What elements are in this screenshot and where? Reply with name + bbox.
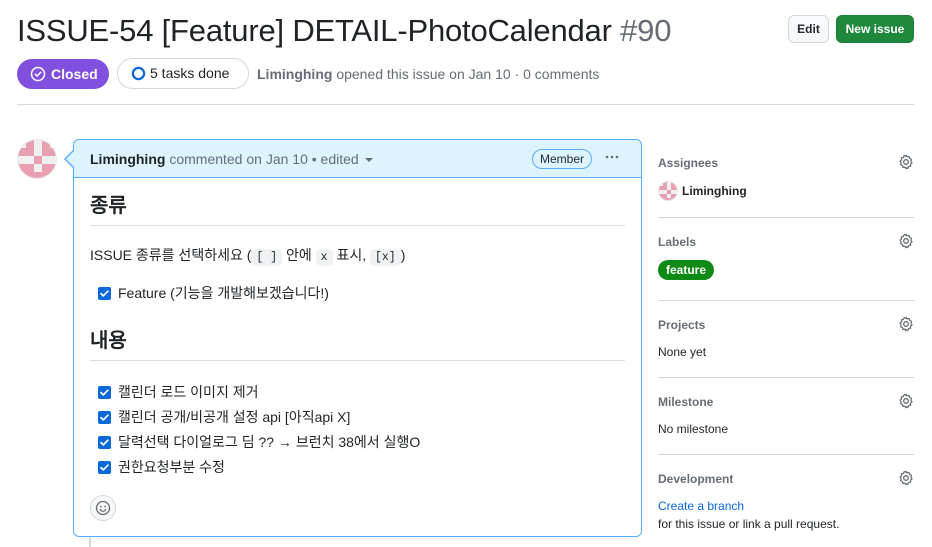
code-x: x	[315, 249, 333, 266]
new-issue-button[interactable]: New issue	[836, 15, 914, 43]
sidebar-divider	[658, 300, 914, 301]
member-badge: Member	[531, 149, 592, 169]
task-checkbox[interactable]	[98, 287, 111, 300]
issue-title-text: ISSUE-54 [Feature] DETAIL-PhotoCalendar	[17, 13, 612, 48]
instruction-prefix: ISSUE 종류를 선택하세요 (	[90, 247, 252, 263]
task-checkbox[interactable]	[98, 411, 111, 424]
assignee-name: Liminghing	[682, 184, 747, 198]
avatar[interactable]	[17, 139, 57, 179]
code-checked-box: [x]	[370, 249, 401, 266]
gear-icon[interactable]	[898, 233, 914, 249]
label-feature[interactable]: feature	[658, 260, 715, 280]
task-label: 권한요청부분 수정	[118, 459, 225, 475]
identicon-avatar	[18, 140, 56, 178]
comment-header: Liminghing commented on Jan 10 • edited …	[74, 140, 641, 178]
state-badge: Closed	[17, 59, 109, 89]
assignees-title[interactable]: Assignees	[658, 156, 718, 170]
issue-header: ISSUE-54 [Feature] DETAIL-PhotoCalendar …	[17, 12, 914, 52]
instruction-text: ISSUE 종류를 선택하세요 ([ ] 안에 x 표시, [x])	[90, 245, 406, 266]
task-checkbox[interactable]	[98, 436, 111, 449]
state-label: Closed	[51, 66, 98, 82]
tasks-progress[interactable]: 5 tasks done	[117, 58, 249, 89]
kebab-horizontal-icon[interactable]	[602, 149, 622, 167]
gear-icon[interactable]	[898, 393, 914, 409]
development-title[interactable]: Development	[658, 472, 733, 486]
projects-title[interactable]: Projects	[658, 318, 705, 332]
task-label: Feature (기능을 개발해보겠습니다!)	[118, 285, 329, 301]
issue-number: #90	[620, 13, 672, 48]
task-checkbox[interactable]	[98, 461, 111, 474]
instruction-mid2: 표시,	[332, 247, 370, 263]
task-label: 캘린더 공개/비공개 설정 api [아직api X]	[118, 409, 351, 425]
issue-title: ISSUE-54 [Feature] DETAIL-PhotoCalendar …	[17, 12, 671, 50]
comment-author-link[interactable]: Liminghing	[90, 151, 165, 167]
comment-meta[interactable]: commented on Jan 10 • edited	[165, 151, 358, 167]
section-heading-type: 종류	[90, 195, 625, 226]
task-label: 달력선택 다이얼로그 딤 ?? → 브런치 38에서 실행O	[118, 434, 421, 450]
sidebar-divider	[658, 454, 914, 455]
milestone-title[interactable]: Milestone	[658, 395, 713, 409]
progress-circle-icon	[131, 66, 146, 81]
opened-info-text: opened this issue on Jan 10 · 0 comments	[332, 66, 600, 82]
create-branch-link[interactable]: Create a branch	[658, 499, 744, 513]
gear-icon[interactable]	[898, 470, 914, 486]
add-reaction-button[interactable]	[90, 495, 116, 521]
projects-value: None yet	[658, 345, 707, 359]
comment-arrow-fill	[66, 151, 74, 167]
tasks-done-label: 5 tasks done	[150, 65, 230, 81]
assignee-avatar	[658, 181, 678, 201]
issue-author-link[interactable]: Liminghing	[257, 66, 332, 82]
sidebar-divider	[658, 217, 914, 218]
milestone-value: No milestone	[658, 422, 729, 436]
labels-title[interactable]: Labels	[658, 235, 696, 249]
sidebar-divider	[658, 377, 914, 378]
opened-info: Liminghing opened this issue on Jan 10 ·…	[257, 66, 599, 82]
issue-closed-icon	[30, 66, 46, 82]
edit-button[interactable]: Edit	[788, 15, 829, 43]
comment-author-line: Liminghing commented on Jan 10 • edited	[90, 151, 373, 167]
issue-meta: Closed 5 tasks done Liminghing opened th…	[17, 58, 914, 90]
instruction-suffix: )	[400, 247, 406, 263]
header-divider	[17, 104, 914, 105]
gear-icon[interactable]	[898, 316, 914, 332]
development-suffix: for this issue or link a pull request.	[658, 517, 840, 531]
timeline-line	[89, 536, 91, 547]
code-empty-box: [ ]	[251, 249, 283, 266]
task-checkbox[interactable]	[98, 386, 111, 399]
instruction-mid1: 안에	[282, 247, 316, 263]
task-label: 캘린더 로드 이미지 제거	[118, 384, 259, 400]
comment-box: Liminghing commented on Jan 10 • edited …	[73, 139, 642, 537]
edited-caret-icon[interactable]	[364, 158, 373, 163]
gear-icon[interactable]	[898, 154, 914, 170]
section-heading-content: 내용	[90, 330, 625, 361]
smiley-icon	[95, 500, 111, 516]
